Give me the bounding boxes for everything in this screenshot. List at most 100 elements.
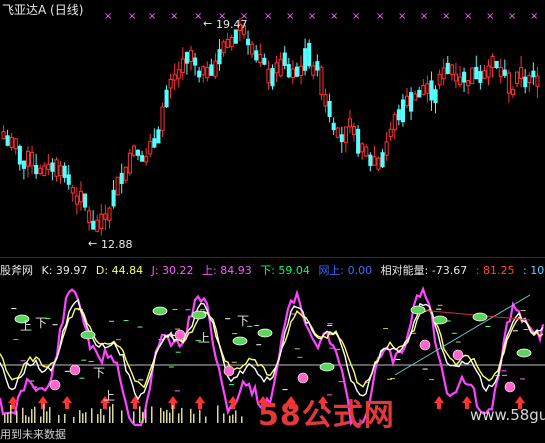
- candle: [347, 118, 353, 128]
- candle: [168, 78, 173, 89]
- candle: [13, 138, 18, 150]
- candle: [510, 89, 516, 96]
- buy-leaf-marker: [191, 310, 207, 320]
- signal-x-mark: ×: [442, 11, 450, 22]
- energy-bar: [82, 413, 84, 423]
- candle: [449, 64, 454, 75]
- energy-bar: [190, 408, 192, 423]
- buy-leaf-marker: [319, 362, 335, 372]
- candle: [490, 56, 495, 69]
- candle: [160, 106, 165, 132]
- low-price-label: 12.88: [101, 238, 133, 251]
- candle: [413, 93, 418, 101]
- candle: [323, 94, 328, 107]
- energy-bar: [58, 414, 60, 423]
- candle: [115, 176, 120, 196]
- candle: [246, 38, 251, 46]
- energy-bar: [22, 407, 24, 423]
- buy-leaf-marker: [232, 336, 248, 346]
- signal-x-mark: ×: [464, 11, 472, 22]
- candle: [441, 67, 446, 80]
- candle: [258, 54, 263, 63]
- candle: [506, 72, 511, 94]
- sell-ball-marker: [504, 381, 516, 393]
- candle: [429, 80, 434, 101]
- energy-bar: [4, 413, 6, 423]
- candle: [368, 154, 373, 167]
- sell-ball-marker: [419, 339, 431, 351]
- candle: [1, 131, 6, 139]
- high-price-marker: ←: [203, 17, 212, 30]
- signal-x-mark: ×: [486, 11, 494, 22]
- buy-leaf-marker: [80, 330, 96, 340]
- candle: [188, 49, 194, 62]
- sell-ball-marker: [49, 379, 61, 391]
- candle: [364, 146, 369, 157]
- buy-leaf-marker: [152, 306, 168, 316]
- candle: [270, 68, 275, 87]
- candle: [396, 109, 401, 121]
- candle: [131, 145, 136, 156]
- candle: [91, 220, 96, 230]
- candle: [470, 67, 475, 85]
- energy-bar: [109, 406, 111, 423]
- candle: [172, 74, 177, 81]
- candlestick-chart[interactable]: × × × × × × × × × × × × × × × × × × × × ← 19.47 ← 12.88: [0, 0, 545, 257]
- candle: [250, 43, 255, 55]
- candle: [127, 152, 132, 174]
- up-text: 上: [198, 331, 210, 345]
- candle: [376, 157, 381, 170]
- signal-x-mark: ×: [264, 11, 272, 22]
- candle: [213, 60, 218, 77]
- candle: [409, 92, 414, 112]
- energy-bar: [97, 414, 99, 423]
- candle: [482, 70, 487, 79]
- energy-bar: [25, 415, 27, 423]
- candle: [278, 58, 283, 77]
- candle: [17, 145, 22, 165]
- energy-bar: [112, 403, 114, 423]
- candle: [282, 52, 287, 66]
- candle: [433, 89, 438, 104]
- energy-bar: [16, 410, 18, 423]
- disclaimer-text: 用到未来数据: [0, 428, 66, 441]
- candle: [70, 186, 75, 194]
- candle: [62, 165, 67, 178]
- candle: [290, 68, 295, 79]
- candle: [58, 165, 63, 177]
- candle: [502, 69, 507, 76]
- candle: [184, 51, 189, 64]
- candle: [319, 66, 324, 96]
- candle: [152, 138, 157, 148]
- candle: [466, 80, 471, 87]
- candle: [462, 71, 467, 83]
- candle: [515, 71, 520, 84]
- up-arrow-icon: [62, 396, 72, 409]
- candle: [103, 213, 108, 220]
- candle: [519, 67, 524, 80]
- candle: [372, 156, 377, 166]
- energy-bar: [10, 404, 12, 423]
- candle: [453, 73, 458, 82]
- candle: [352, 126, 357, 135]
- energy-bar: [142, 411, 144, 423]
- candle: [221, 41, 226, 54]
- energy-bar: [199, 409, 201, 423]
- candle: [30, 151, 35, 167]
- candle: [417, 89, 422, 98]
- candle: [388, 128, 393, 138]
- energy-bar: [91, 408, 93, 423]
- energy-bar: [139, 406, 141, 423]
- candle: [421, 85, 426, 96]
- signal-x-mark: ×: [170, 11, 178, 22]
- candle: [144, 156, 149, 163]
- candle: [380, 152, 385, 168]
- energy-bar: [103, 415, 105, 423]
- energy-bar: [217, 405, 219, 423]
- sell-ball-marker: [223, 365, 235, 377]
- candle: [392, 114, 397, 131]
- signal-x-mark: ×: [420, 11, 428, 22]
- sell-ball-marker: [69, 364, 81, 376]
- candle: [42, 165, 47, 176]
- energy-bar: [31, 409, 33, 423]
